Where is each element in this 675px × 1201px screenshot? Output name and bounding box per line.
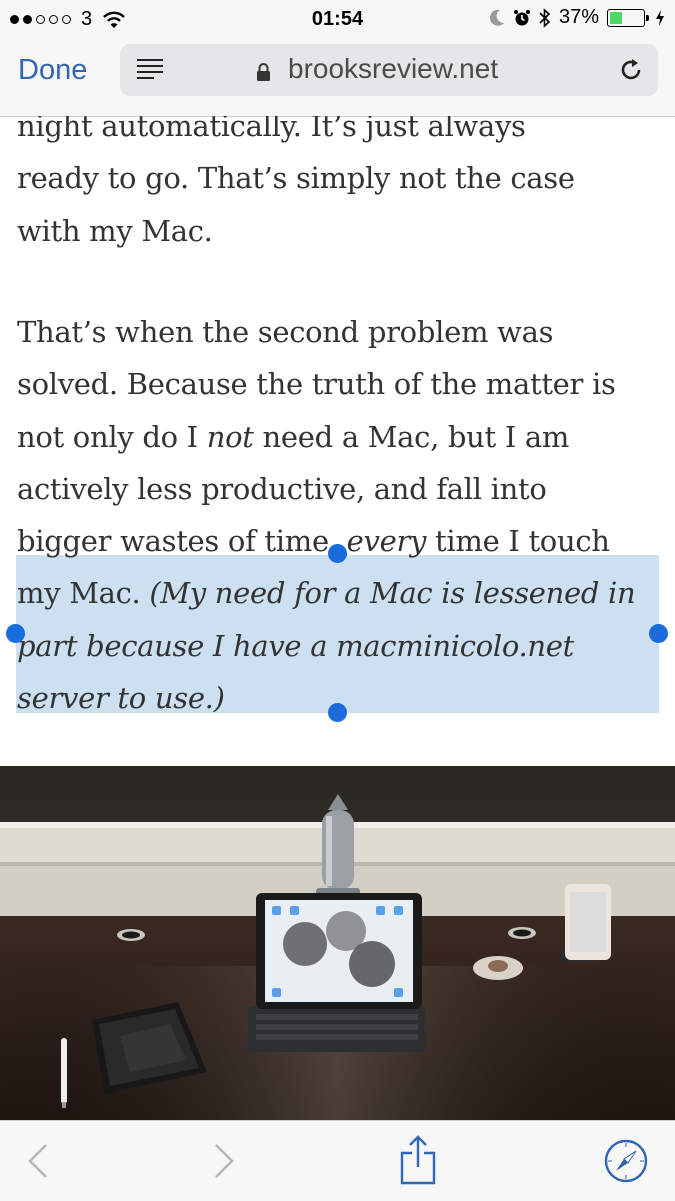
text-line: night automatically. It’s just always <box>17 116 526 143</box>
desk-photo-illustration <box>0 766 675 1120</box>
share-icon[interactable] <box>398 1135 438 1185</box>
article-photo <box>0 766 675 1120</box>
text-line: actively less productive, and fall into <box>17 471 547 506</box>
article-body: night automatically. It’s just always re… <box>0 116 675 766</box>
text-segment: time I touch <box>426 524 610 559</box>
forward-icon[interactable] <box>212 1143 236 1179</box>
selection-left-handle[interactable] <box>6 624 25 643</box>
reader-view-icon[interactable] <box>136 57 164 81</box>
selected-italic-text: (My need for a Mac is lessened in <box>149 576 636 611</box>
done-button[interactable]: Done <box>18 54 87 87</box>
emphasis-text: not <box>206 419 254 454</box>
text-segment: not only do I <box>17 419 207 454</box>
url-text[interactable]: brooksreview.net <box>288 53 498 85</box>
selection-right-handle[interactable] <box>649 624 668 643</box>
text-line: ready to go. That’s simply not the case <box>17 161 575 196</box>
text-line: That’s when the second problem was <box>17 315 554 349</box>
battery-icon <box>607 8 649 27</box>
text-segment: bigger wastes of time, <box>17 524 347 559</box>
paragraph-2: That’s when the second problem was solve… <box>17 306 636 724</box>
safari-view-controller-bar: Done brooksreview.net <box>0 38 675 117</box>
back-icon[interactable] <box>26 1143 50 1179</box>
selection-start-handle[interactable] <box>328 544 347 563</box>
status-bar: 3 01:54 37% <box>0 0 675 38</box>
address-bar[interactable]: brooksreview.net <box>120 44 658 96</box>
text-line: solved. Because the truth of the matter … <box>17 367 616 402</box>
text-segment: my Mac. <box>17 576 150 611</box>
lock-icon <box>257 63 270 81</box>
status-right: 37% <box>489 6 665 29</box>
paragraph-1: night automatically. It’s just always re… <box>17 116 575 257</box>
battery-level-fill <box>610 11 622 24</box>
selected-italic-text: part because I have a macminicolo.net <box>17 628 574 663</box>
selected-italic-text: server to use.) <box>17 681 225 716</box>
reload-icon[interactable] <box>618 57 644 83</box>
charging-icon <box>656 9 664 26</box>
bottom-toolbar <box>0 1120 675 1201</box>
text-line: with my Mac. <box>17 213 213 248</box>
battery-percentage: 37% <box>558 6 599 28</box>
safari-compass-icon[interactable] <box>604 1139 648 1183</box>
moon-icon <box>489 9 504 26</box>
text-segment: need a Mac, but I am <box>253 419 570 454</box>
selection-end-handle[interactable] <box>328 703 347 722</box>
alarm-icon <box>513 9 530 25</box>
bluetooth-icon <box>539 7 551 28</box>
emphasis-text: every <box>346 524 427 559</box>
